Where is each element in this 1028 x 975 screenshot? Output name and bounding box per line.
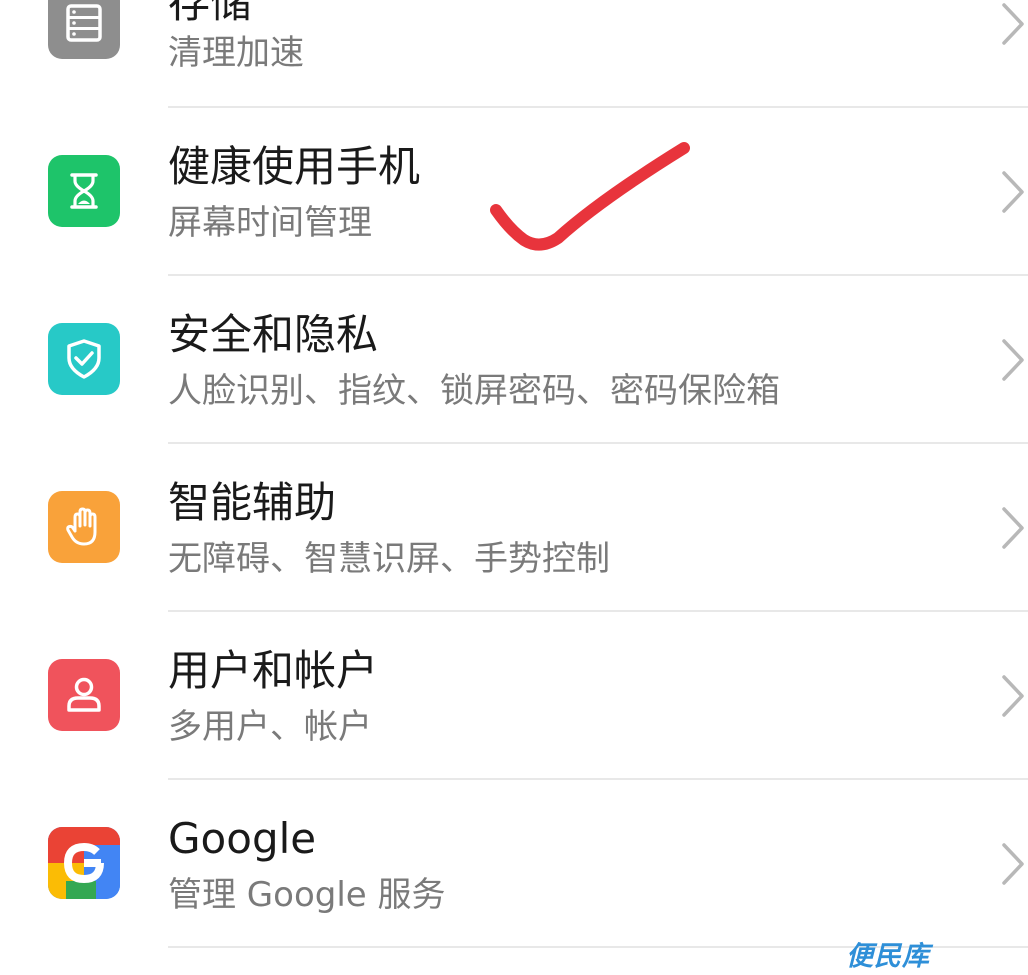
- hourglass-icon: [48, 155, 120, 227]
- settings-item-subtitle: 屏幕时间管理: [168, 203, 372, 243]
- settings-item-smart-assistance[interactable]: 智能辅助 无障碍、智慧识屏、手势控制: [0, 443, 1028, 612]
- settings-item-title: 用户和帐户: [168, 646, 379, 695]
- settings-item-subtitle: 无障碍、智慧识屏、手势控制: [168, 539, 610, 579]
- settings-item-title: 智能辅助: [168, 478, 337, 527]
- google-icon: [48, 827, 120, 899]
- settings-item-subtitle: 多用户、帐户: [168, 707, 372, 747]
- settings-item-security-privacy[interactable]: 安全和隐私 人脸识别、指纹、锁屏密码、密码保险箱: [0, 275, 1028, 444]
- settings-item-title: Google: [168, 814, 317, 863]
- settings-item-storage[interactable]: 存储 清理加速: [0, 0, 1028, 108]
- chevron-right-icon: [1002, 3, 1024, 45]
- settings-item-title: 健康使用手机: [168, 142, 421, 191]
- settings-item-google[interactable]: Google 管理 Google 服务: [0, 779, 1028, 948]
- chevron-right-icon: [1002, 507, 1024, 549]
- settings-screen: 存储 清理加速 健康使用手机 屏幕时间管理 安全和隐私 人脸识别、指纹、锁屏密码…: [0, 0, 1028, 975]
- settings-item-subtitle: 人脸识别、指纹、锁屏密码、密码保险箱: [168, 371, 780, 411]
- chevron-right-icon: [1002, 171, 1024, 213]
- settings-item-title: 存储: [168, 0, 253, 27]
- chevron-right-icon: [1002, 843, 1024, 885]
- settings-item-title: 安全和隐私: [168, 310, 379, 359]
- shield-check-icon: [48, 323, 120, 395]
- user-icon: [48, 659, 120, 731]
- settings-item-users-accounts[interactable]: 用户和帐户 多用户、帐户: [0, 611, 1028, 780]
- storage-icon: [48, 0, 120, 59]
- settings-item-subtitle: 清理加速: [168, 33, 304, 73]
- chevron-right-icon: [1002, 675, 1024, 717]
- chevron-right-icon: [1002, 339, 1024, 381]
- settings-item-subtitle: 管理 Google 服务: [168, 875, 446, 915]
- watermark: 便民库: [846, 941, 930, 972]
- checkmark-annotation-icon: [490, 142, 690, 251]
- hand-icon: [48, 491, 120, 563]
